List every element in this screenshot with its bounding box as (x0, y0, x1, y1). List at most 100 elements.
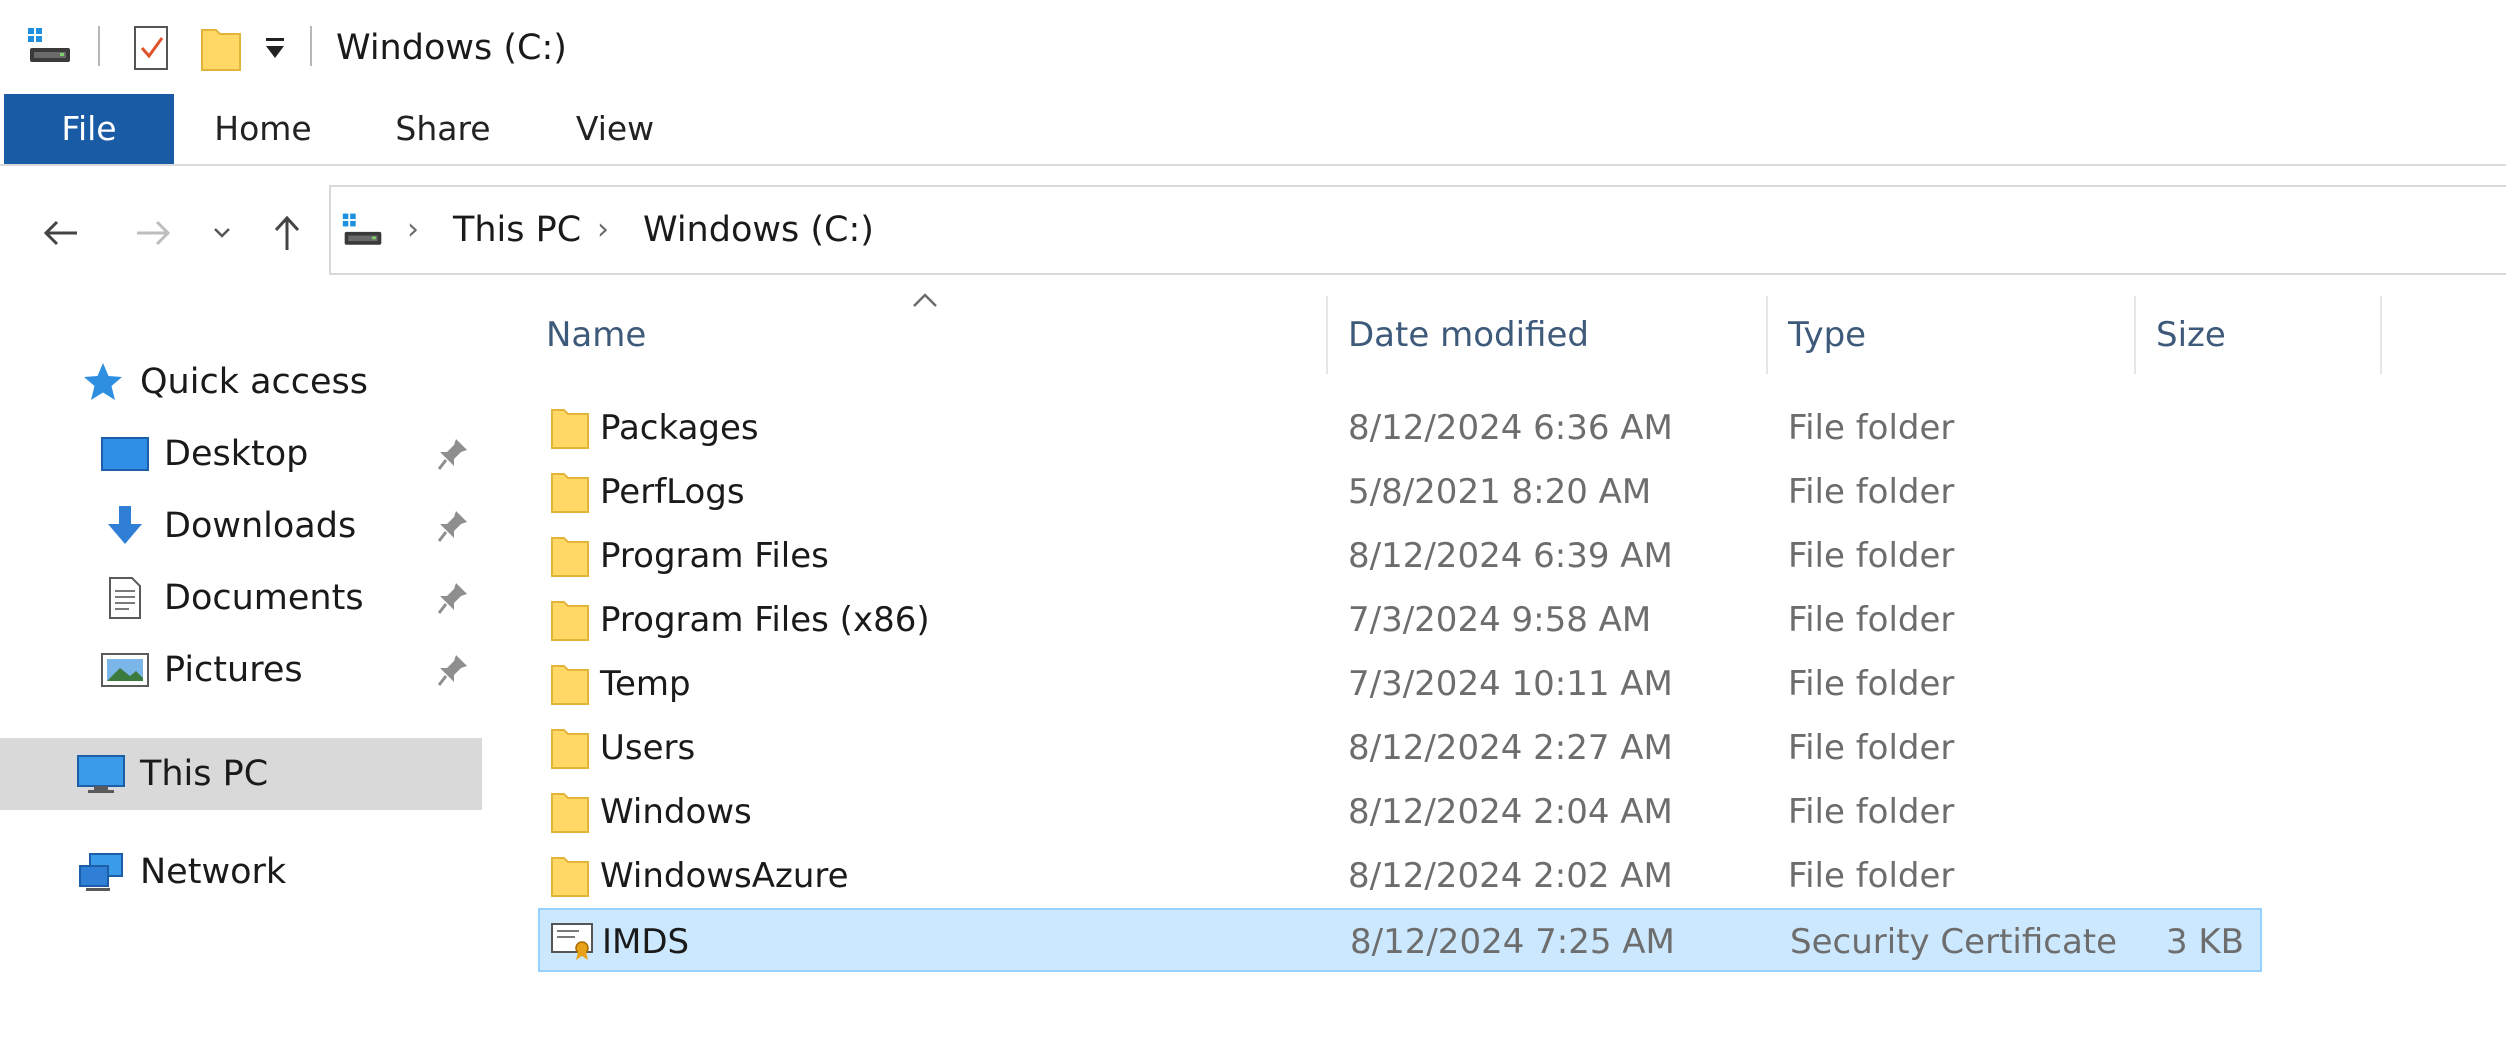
folder-icon (550, 598, 590, 642)
sidebar-item-desktop[interactable]: Desktop (0, 418, 482, 490)
file-name: WindowsAzure (600, 856, 849, 896)
file-date: 8/12/2024 7:25 AM (1350, 922, 1675, 962)
file-date: 8/12/2024 2:02 AM (1348, 856, 1673, 896)
forward-arrow-icon[interactable] (126, 206, 180, 260)
drive-icon (341, 211, 385, 251)
table-row[interactable]: Windows 8/12/2024 2:04 AM File folder (538, 780, 2262, 844)
file-name: Program Files (600, 536, 829, 576)
folder-icon (550, 470, 590, 514)
file-type: File folder (1788, 472, 1955, 512)
table-row[interactable]: Temp 7/3/2024 10:11 AM File folder (538, 652, 2262, 716)
file-date: 8/12/2024 6:36 AM (1348, 408, 1673, 448)
sidebar-item-pictures[interactable]: Pictures (0, 634, 482, 706)
tab-home[interactable]: Home (190, 94, 336, 164)
folder-icon (550, 534, 590, 578)
sidebar-item-label: Network (140, 852, 287, 892)
file-type: File folder (1788, 536, 1955, 576)
table-row-selected[interactable]: IMDS 8/12/2024 7:25 AM Security Certific… (538, 908, 2262, 972)
file-name: IMDS (602, 922, 690, 962)
sidebar-item-label: Quick access (140, 362, 369, 402)
file-name: PerfLogs (600, 472, 745, 512)
documents-icon (102, 576, 148, 620)
file-date: 8/12/2024 6:39 AM (1348, 536, 1673, 576)
file-date: 8/12/2024 2:04 AM (1348, 792, 1673, 832)
file-name: Packages (600, 408, 759, 448)
file-date: 7/3/2024 9:58 AM (1348, 600, 1652, 640)
breadcrumb-this-pc[interactable]: This PC (453, 207, 581, 253)
column-header-type[interactable]: Type (1788, 296, 1866, 374)
column-divider[interactable] (1326, 296, 1328, 374)
sort-ascending-icon (910, 290, 940, 310)
desktop-icon (100, 432, 149, 476)
navigation-pane: Quick access Desktop Downloads Documents… (0, 296, 490, 1062)
tab-file[interactable]: File (4, 94, 174, 164)
column-header-date-modified[interactable]: Date modified (1348, 296, 1589, 374)
folder-icon (550, 406, 590, 450)
column-divider[interactable] (2380, 296, 2382, 374)
chevron-down-icon[interactable] (200, 206, 244, 260)
file-name: Program Files (x86) (600, 600, 930, 640)
file-type: File folder (1788, 600, 1955, 640)
toolbar-separator (310, 26, 312, 66)
up-arrow-icon[interactable] (260, 206, 314, 260)
toolbar-separator (98, 26, 100, 66)
tab-view[interactable]: View (540, 94, 690, 164)
certificate-icon (550, 918, 593, 962)
star-icon (80, 360, 126, 404)
file-type: File folder (1788, 408, 1955, 448)
file-name: Users (600, 728, 696, 768)
sidebar-item-documents[interactable]: Documents (0, 562, 482, 634)
sidebar-item-network[interactable]: Network (0, 836, 482, 908)
folder-icon (550, 790, 590, 834)
sidebar-item-label: Pictures (164, 650, 303, 690)
pin-icon (436, 652, 470, 688)
file-date: 7/3/2024 10:11 AM (1348, 664, 1673, 704)
folder-icon (550, 662, 590, 706)
customize-dropdown-icon[interactable] (262, 34, 288, 62)
file-type: Security Certificate (1790, 922, 2118, 962)
file-name: Windows (600, 792, 752, 832)
pictures-icon (100, 648, 149, 692)
address-bar[interactable]: › This PC › Windows (C:) (329, 185, 2506, 275)
chevron-right-icon[interactable]: › (407, 207, 419, 253)
table-row[interactable]: Packages 8/12/2024 6:36 AM File folder (538, 396, 2262, 460)
sidebar-item-label: This PC (140, 754, 269, 794)
tab-share[interactable]: Share (370, 94, 516, 164)
ribbon-tabs: File Home Share View (0, 94, 2506, 166)
sidebar-item-downloads[interactable]: Downloads (0, 490, 482, 562)
pin-icon (436, 508, 470, 544)
sidebar-item-this-pc[interactable]: This PC (0, 738, 482, 810)
new-folder-icon[interactable] (200, 24, 244, 72)
file-type: File folder (1788, 792, 1955, 832)
window-title: Windows (C:) (336, 28, 567, 68)
sidebar-item-label: Desktop (164, 434, 309, 474)
column-divider[interactable] (1766, 296, 1768, 374)
chevron-right-icon[interactable]: › (597, 207, 609, 253)
column-divider[interactable] (2134, 296, 2136, 374)
computer-icon (76, 752, 125, 796)
breadcrumb-windows-c[interactable]: Windows (C:) (643, 207, 874, 253)
table-row[interactable]: Program Files 8/12/2024 6:39 AM File fol… (538, 524, 2262, 588)
title-bar: Windows (C:) (0, 0, 2506, 94)
pin-icon (436, 580, 470, 616)
back-arrow-icon[interactable] (34, 206, 88, 260)
sidebar-item-label: Documents (164, 578, 364, 618)
file-type: File folder (1788, 856, 1955, 896)
pin-icon (436, 436, 470, 472)
folder-icon (550, 854, 590, 898)
file-date: 8/12/2024 2:27 AM (1348, 728, 1673, 768)
column-header-size[interactable]: Size (2156, 296, 2226, 374)
table-row[interactable]: Program Files (x86) 7/3/2024 9:58 AM Fil… (538, 588, 2262, 652)
navigation-bar: › This PC › Windows (C:) (0, 166, 2506, 296)
sidebar-item-label: Downloads (164, 506, 357, 546)
sidebar-item-quick-access[interactable]: Quick access (0, 346, 482, 418)
properties-icon[interactable] (132, 24, 172, 72)
table-row[interactable]: WindowsAzure 8/12/2024 2:02 AM File fold… (538, 844, 2262, 908)
table-row[interactable]: PerfLogs 5/8/2021 8:20 AM File folder (538, 460, 2262, 524)
table-row[interactable]: Users 8/12/2024 2:27 AM File folder (538, 716, 2262, 780)
column-header-name[interactable]: Name (546, 296, 646, 374)
file-size: 3 KB (2165, 922, 2244, 962)
downloads-icon (100, 504, 146, 548)
folder-icon (550, 726, 590, 770)
file-date: 5/8/2021 8:20 AM (1348, 472, 1652, 512)
